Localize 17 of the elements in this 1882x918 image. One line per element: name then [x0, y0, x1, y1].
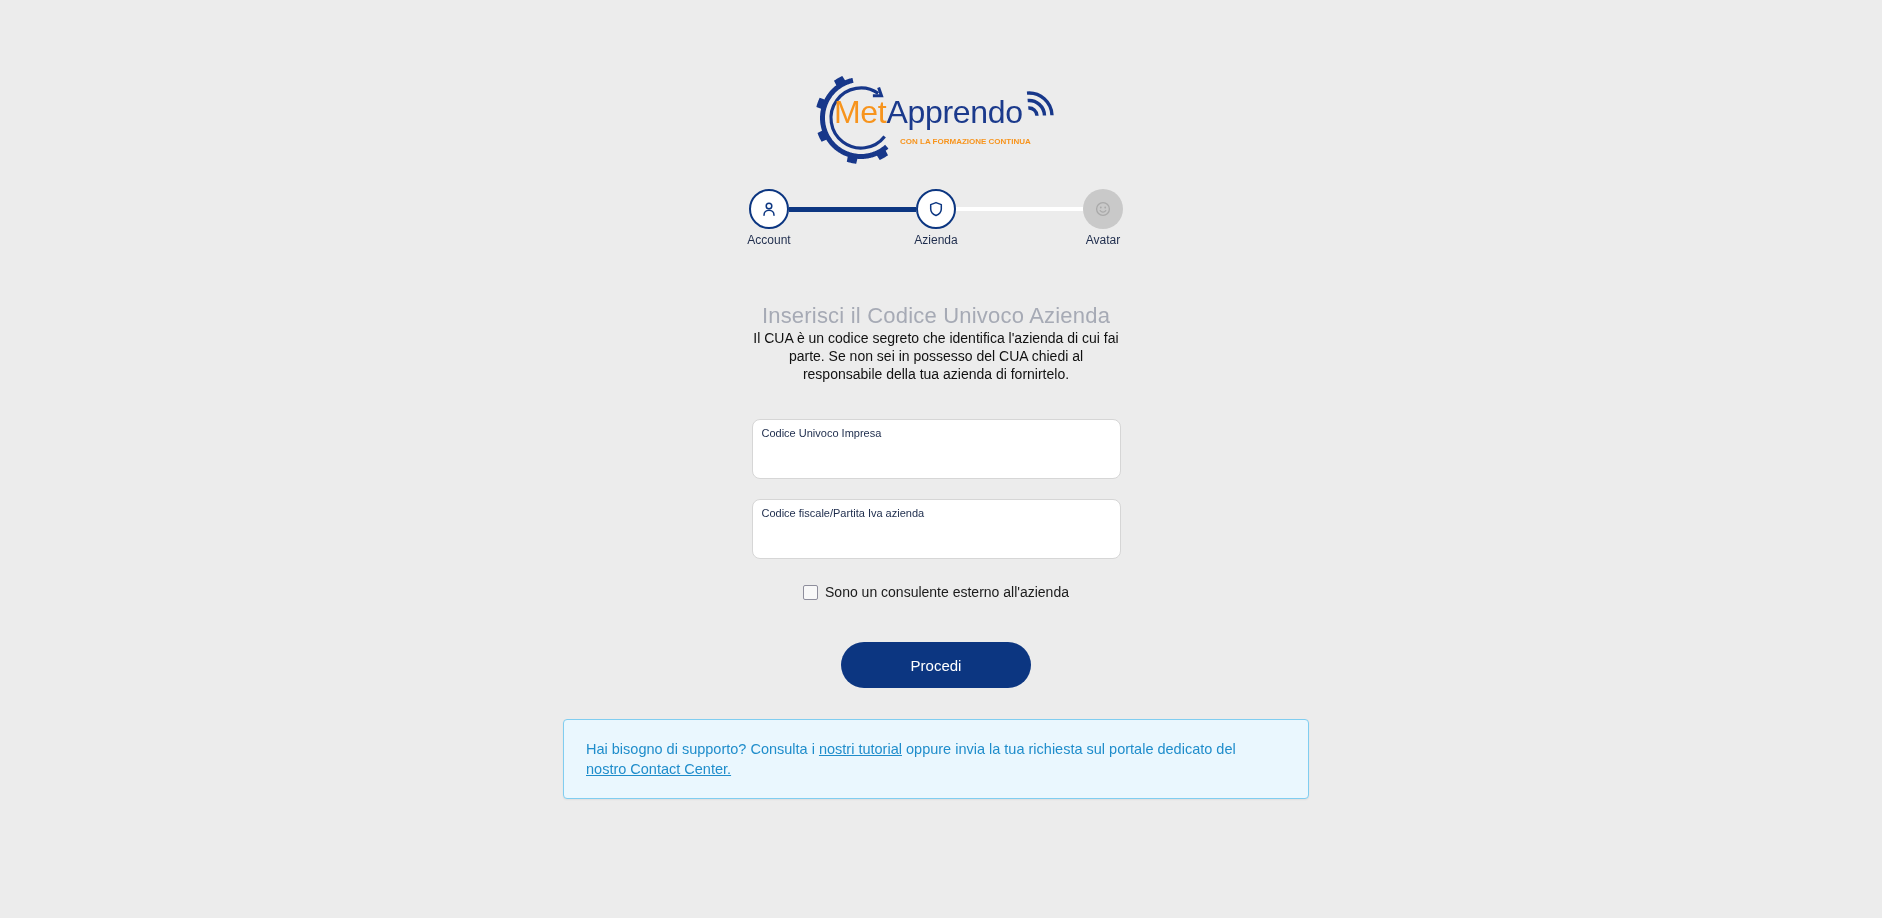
input-field[interactable]: Codice Univoco Impresa [751, 419, 1121, 479]
step-label: Avatar [1085, 233, 1121, 247]
support-message: Hai bisogno di supporto? Consulta i nostri tutorial oppure invia la tua richiesta sul portale dedicato del nostro Contact Center. [586, 740, 1237, 779]
checkbox-label: Sono un consulente esterno all'azienda [825, 583, 1069, 601]
step-label: Account [747, 233, 791, 247]
page-heading: Inserisci il Codice Univoco Azienda [761, 303, 1111, 329]
input-field[interactable]: Codice fiscale/Partita Iva azienda [751, 499, 1121, 559]
logo-wordmark: MetApprendo [834, 93, 1023, 131]
step-label: Azienda [914, 233, 958, 247]
shield-icon [928, 201, 944, 217]
proceed-button[interactable]: Procedi [841, 642, 1031, 688]
signal-waves-icon [1026, 88, 1056, 119]
logo-tagline: CON LA FORMAZIONE CONTINUA [900, 137, 1031, 147]
person-icon [761, 201, 777, 217]
description-text: Il CUA è un codice segreto che identifica l'azienda di cui fai parte. Se non sei in possesso del CUA chiedi al responsabile della tua azienda di fornirtelo. [752, 329, 1120, 383]
smiley-icon [1095, 201, 1111, 217]
checkbox[interactable] [803, 584, 818, 600]
